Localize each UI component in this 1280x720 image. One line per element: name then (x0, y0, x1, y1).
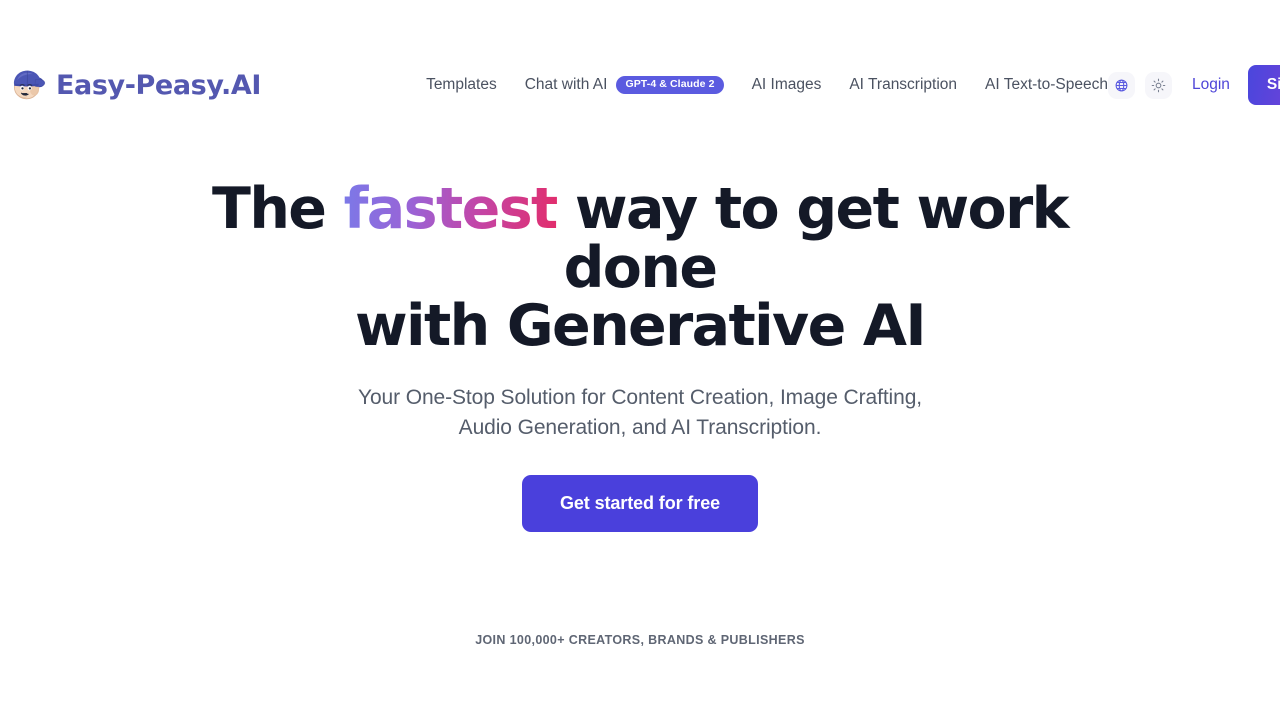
nav-label: Templates (426, 76, 497, 93)
signup-button[interactable]: Sign up (1247, 65, 1280, 105)
headline-text-before: The (212, 176, 344, 242)
brand-logo-link[interactable]: Easy-Peasy.AI (8, 65, 261, 105)
main-navigation: Templates Chat with AI GPT-4 & Claude 2 … (426, 76, 1108, 94)
nav-item-templates[interactable]: Templates (426, 76, 497, 94)
nav-item-ai-images[interactable]: AI Images (752, 76, 822, 94)
globe-icon (1114, 78, 1129, 93)
hero-subtitle-line-one: Your One-Stop Solution for Content Creat… (357, 386, 923, 410)
nav-label: Chat with AI (524, 76, 608, 93)
hero-subtitle-line-two: Audio Generation, and AI Transcription. (458, 415, 822, 439)
hero-subtitle: Your One-Stop Solution for Content Creat… (0, 383, 1280, 443)
brand-name: Easy-Peasy.AI (56, 69, 262, 101)
nav-item-chat-with-ai[interactable]: Chat with AI GPT-4 & Claude 2 (525, 76, 724, 94)
sun-icon (1151, 78, 1166, 93)
site-header: Easy-Peasy.AI Templates Chat with AI GPT… (0, 56, 1280, 114)
header-actions: Login Sign up (1107, 65, 1280, 105)
nav-label: AI Text-to-Speech (985, 76, 1108, 93)
get-started-button[interactable]: Get started for free (521, 474, 759, 532)
nav-label: AI Transcription (849, 76, 958, 93)
nav-item-ai-text-to-speech[interactable]: AI Text-to-Speech (985, 76, 1108, 94)
landing-page: Easy-Peasy.AI Templates Chat with AI GPT… (0, 0, 1280, 720)
nav-item-ai-transcription[interactable]: AI Transcription (849, 76, 957, 94)
theme-toggle-button[interactable] (1144, 71, 1172, 99)
login-link[interactable]: Login (1192, 76, 1230, 94)
headline-text-after: way to get work done (556, 176, 1070, 301)
language-switcher-button[interactable] (1107, 71, 1135, 99)
mascot-face-with-backwards-cap-icon (8, 65, 48, 105)
hero-cta-container: Get started for free (0, 474, 1280, 532)
hero-section: The fastest way to get work done with Ge… (0, 180, 1280, 532)
nav-badge-models: GPT-4 & Claude 2 (616, 76, 724, 94)
nav-label: AI Images (751, 76, 822, 93)
headline-line-two: with Generative AI (354, 293, 927, 360)
social-proof-text: JOIN 100,000+ CREATORS, BRANDS & PUBLISH… (475, 633, 805, 647)
page-title: The fastest way to get work done with Ge… (190, 180, 1090, 356)
headline-highlight-word: fastest (343, 176, 559, 242)
